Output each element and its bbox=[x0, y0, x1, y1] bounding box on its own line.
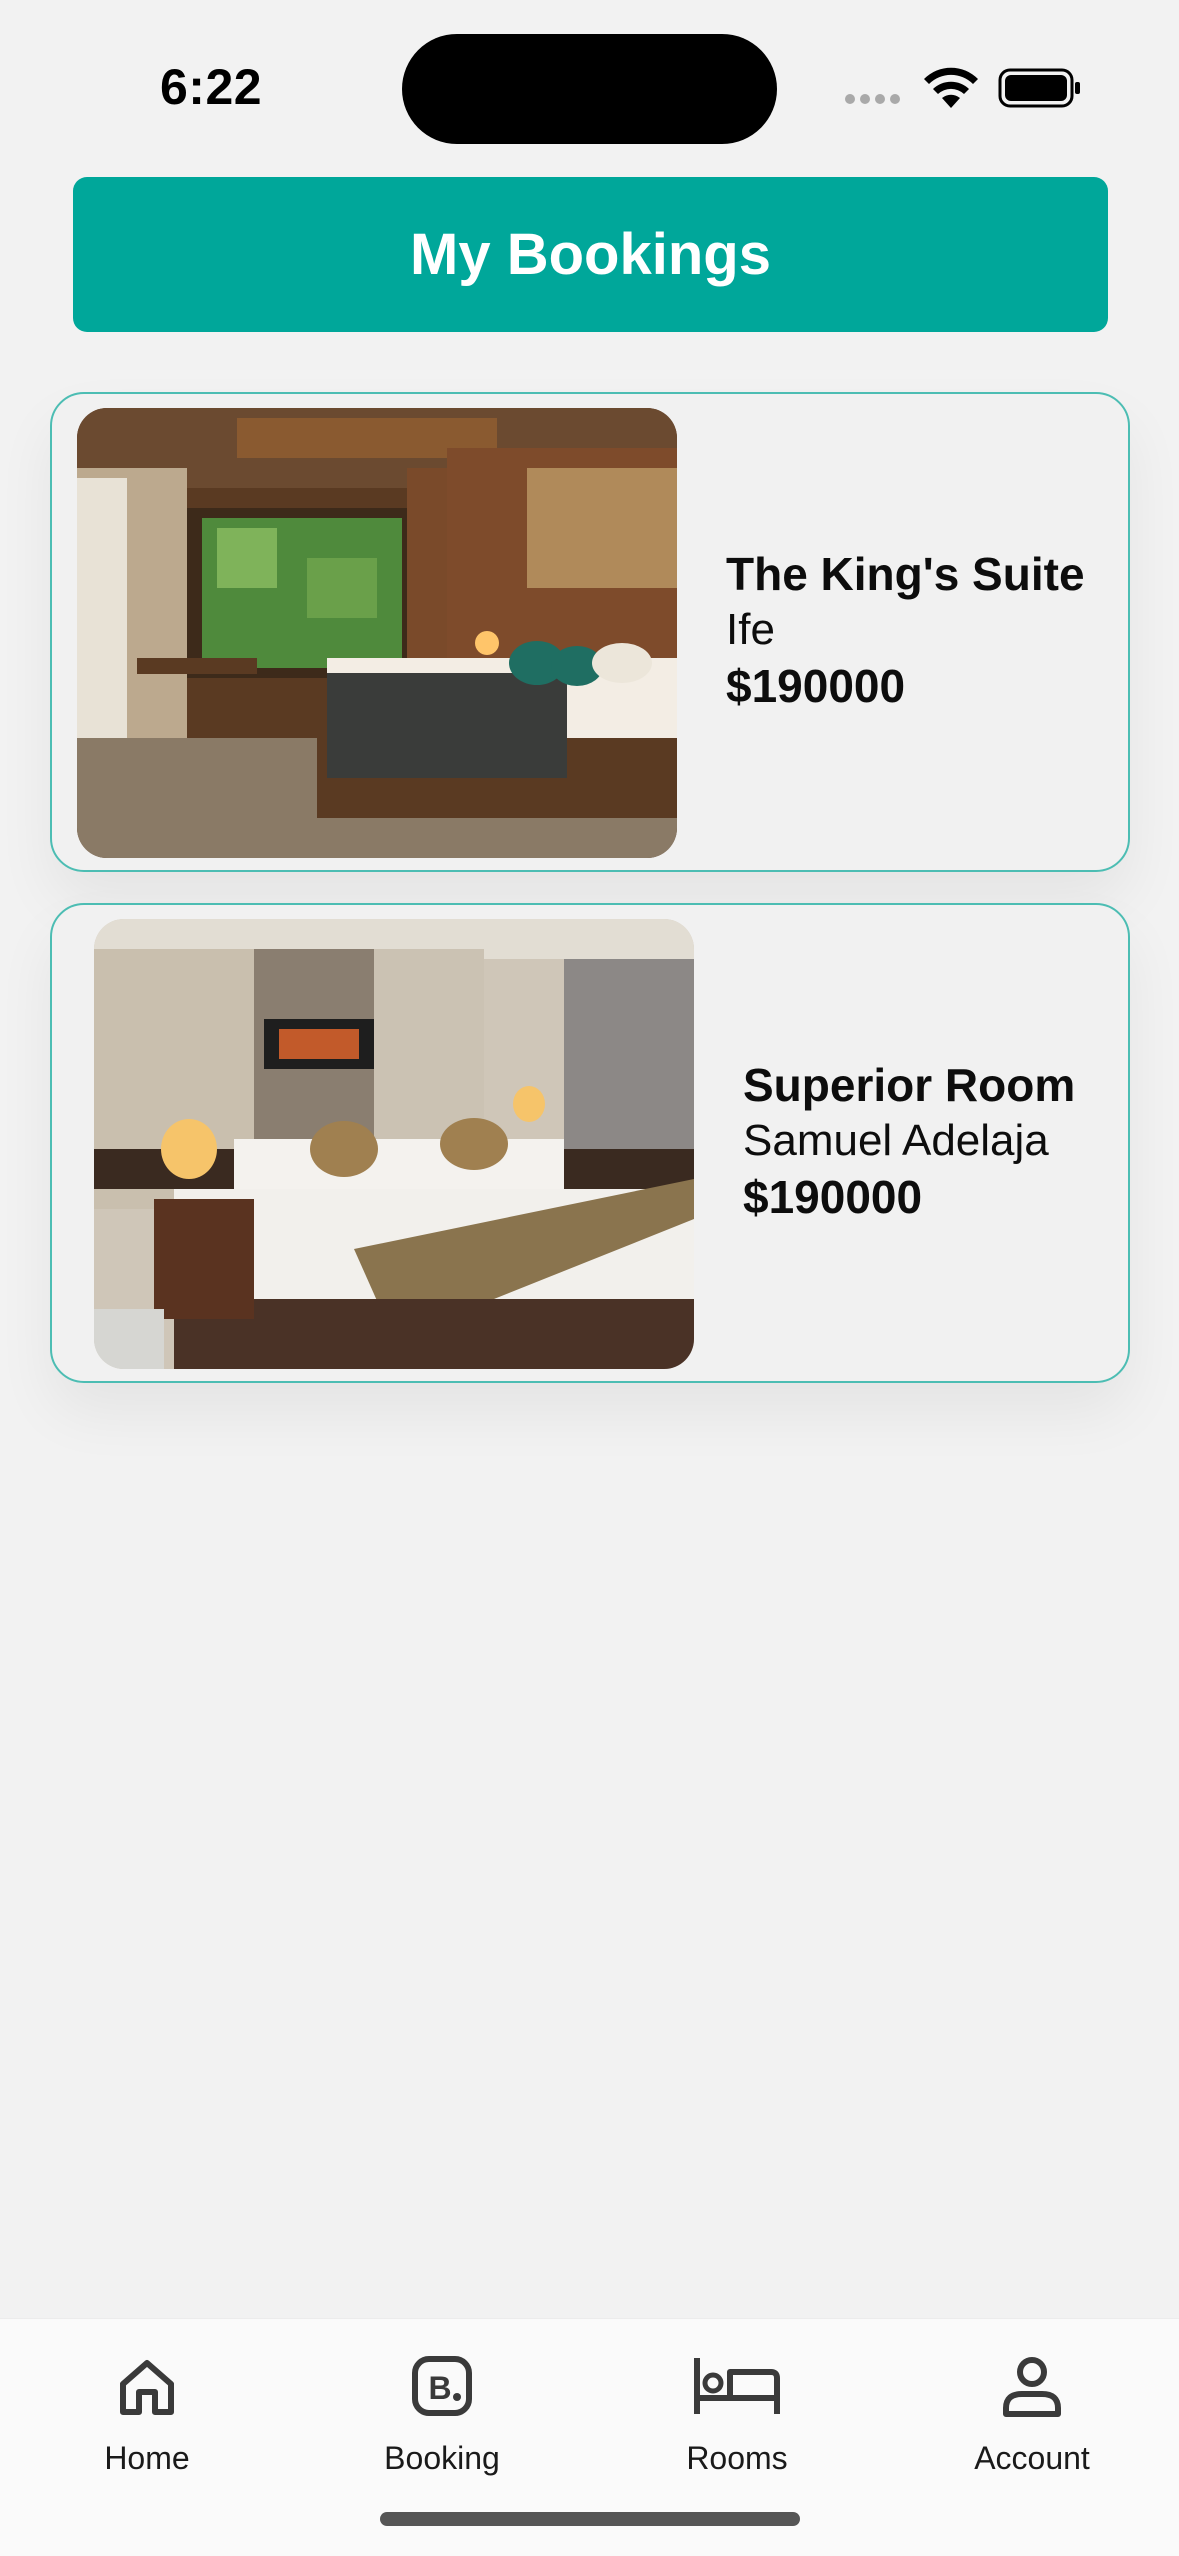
tab-label: Booking bbox=[384, 2440, 500, 2476]
account-icon bbox=[987, 2346, 1077, 2426]
room-name: Superior Room bbox=[743, 1059, 1076, 1111]
tab-label: Rooms bbox=[686, 2440, 788, 2476]
room-photo bbox=[77, 408, 677, 858]
booking-icon: B bbox=[397, 2346, 487, 2426]
tab-home[interactable]: Home bbox=[0, 2319, 294, 2479]
tab-rooms[interactable]: Rooms bbox=[590, 2319, 884, 2479]
home-icon bbox=[102, 2346, 192, 2426]
status-time: 6:22 bbox=[160, 59, 263, 115]
cellular-signal-icon bbox=[845, 94, 900, 104]
booking-details: Superior Room Samuel Adelaja $190000 bbox=[743, 1057, 1075, 1225]
tab-label: Home bbox=[104, 2440, 190, 2476]
booking-price: $190000 bbox=[726, 660, 906, 712]
tab-label: Account bbox=[974, 2440, 1090, 2476]
booking-price: $190000 bbox=[743, 1171, 923, 1223]
room-photo bbox=[94, 919, 694, 1369]
booking-card[interactable]: The King's Suite Ife $190000 bbox=[50, 392, 1130, 872]
dynamic-island bbox=[402, 34, 777, 144]
home-indicator bbox=[380, 2512, 800, 2526]
booking-location: Samuel Adelaja bbox=[743, 1116, 1049, 1165]
page-title: My Bookings bbox=[410, 222, 771, 287]
svg-text:B: B bbox=[428, 2370, 451, 2406]
page-header: My Bookings bbox=[73, 177, 1108, 332]
tab-booking[interactable]: B Booking bbox=[295, 2319, 589, 2479]
battery-icon bbox=[998, 68, 1080, 108]
wifi-icon bbox=[924, 67, 978, 108]
bookings-screen: 6:22 My Bookings The King's Suite Ife $1… bbox=[0, 0, 1179, 2556]
tab-account[interactable]: Account bbox=[885, 2319, 1179, 2479]
booking-details: The King's Suite Ife $190000 bbox=[726, 546, 1085, 714]
booking-location: Ife bbox=[726, 605, 775, 654]
bed-icon bbox=[692, 2346, 782, 2426]
room-name: The King's Suite bbox=[726, 548, 1085, 600]
booking-card[interactable]: Superior Room Samuel Adelaja $190000 bbox=[50, 903, 1130, 1383]
